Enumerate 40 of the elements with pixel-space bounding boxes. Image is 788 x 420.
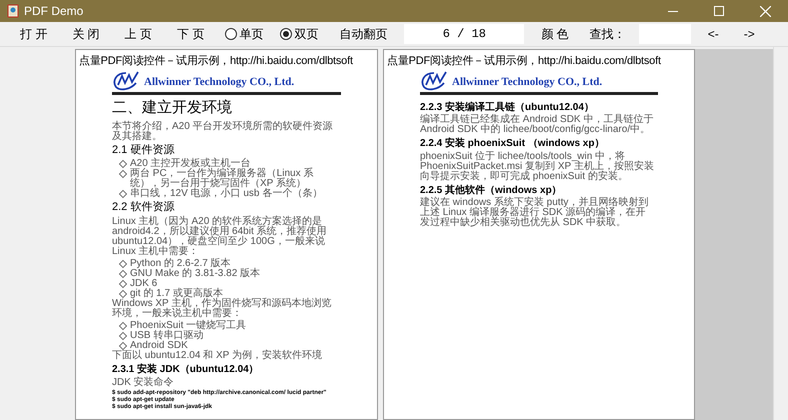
page-number-field[interactable]: 6 / 18 — [404, 24, 524, 44]
radio-option[interactable]: 单页 — [221, 23, 268, 45]
trial-notice-text: 点量PDF阅读控件－试用示例，http://hi.baidu.com/dlbtsoft — [386, 54, 662, 69]
toolbar-button[interactable]: 打 开 — [12, 23, 56, 45]
radio-option[interactable]: 双页 — [276, 23, 322, 45]
list-item: Python 的 2.6-2.7 版本 — [130, 259, 231, 269]
list-item: USB 转串口驱动 — [130, 331, 204, 341]
company-name: Allwinner Technology CO., Ltd. — [452, 75, 602, 90]
list-item: Android SDK — [130, 341, 188, 351]
toolbar-button[interactable]: 自动翻页 — [331, 23, 396, 45]
toolbar-button[interactable]: -> — [736, 23, 763, 45]
toolbar-button[interactable]: 上 页 — [116, 23, 160, 45]
subsection-heading: 2.3.1 安装 JDK（ubuntu12.04） — [112, 364, 260, 376]
paragraph: 编译工具链已经集成在 Android SDK 中，工具链位于 Android SDK 中的 lichee/boot/config/gcc-linaro/中。 — [420, 115, 654, 136]
company-name: Allwinner Technology CO., Ltd. — [144, 75, 294, 90]
subsection-heading: 2.2 软件资源 — [112, 201, 176, 215]
window-title: PDF Demo — [24, 3, 84, 20]
paragraph: 下面以 ubuntu12.04 和 XP 为例，安装软件环境 — [112, 351, 323, 361]
toolbar-button[interactable]: <- — [700, 23, 727, 45]
trial-notice-text: 点量PDF阅读控件－试用示例，http://hi.baidu.com/dlbtsoft — [78, 54, 354, 69]
toolbar-button[interactable]: 颜 色 — [533, 23, 577, 45]
list-item: git 的 1.7 或更高版本 — [130, 289, 223, 299]
subsection-heading: 2.2.5 其他软件（windows xp） — [420, 184, 563, 196]
toolbar-button[interactable]: 下 页 — [169, 23, 212, 45]
paragraph: Linux 主机（因为 A20 的软件系统方案选择的是 android4.2，所以建议使用 64bit 系统，推荐使用 ubuntu12.04），硬盘空间至少 100G，一般来说 Linux 主机中需要： — [112, 217, 328, 257]
section-heading: 二、建立开发环境 — [112, 98, 233, 118]
paragraph: phoenixSuit 位于 lichee/tools/tools_win 中，将 PhoenixSuitPacket.msi 复制到 XP 主机上，按照安装向导提示安装，即可完成 phoenixSuit 的安装。 — [420, 152, 654, 182]
paragraph: 本节将介绍，A20 平台开发环境所需的软硬件资源及其搭建。 — [112, 122, 334, 142]
paragraph: Windows XP 主机，作为固件烧写和源码本地浏览环境，一般来说主机中需要： — [112, 299, 332, 319]
subsection-heading: 2.2.4 安装 phoenixSuit （windows xp） — [420, 138, 606, 150]
paragraph: JDK 安装命令 — [112, 378, 175, 388]
subsection-heading: 2.2.3 安装编译工具链（ubuntu12.04） — [420, 102, 595, 114]
list-item: GNU Make 的 3.81-3.82 版本 — [130, 269, 260, 279]
find-label: 查找： — [588, 26, 627, 43]
subsection-heading: 2.1 硬件资源 — [112, 144, 176, 158]
toolbar-button[interactable]: 关 闭 — [64, 23, 108, 45]
list-item: PhoenixSuit 一键烧写工具 — [130, 321, 246, 331]
list-item: 串口线，12V 电源，小口 usb 各一个（条） — [130, 189, 322, 200]
paragraph: 建议在 windows 系统下安装 putty，并且网络映射到上述 Linux 编译服务器进行 SDK 源码的编译，在开发过程中缺少相关驱动也优先从 SDK 中获取。 — [420, 198, 650, 228]
list-item: JDK 6 — [130, 279, 158, 289]
